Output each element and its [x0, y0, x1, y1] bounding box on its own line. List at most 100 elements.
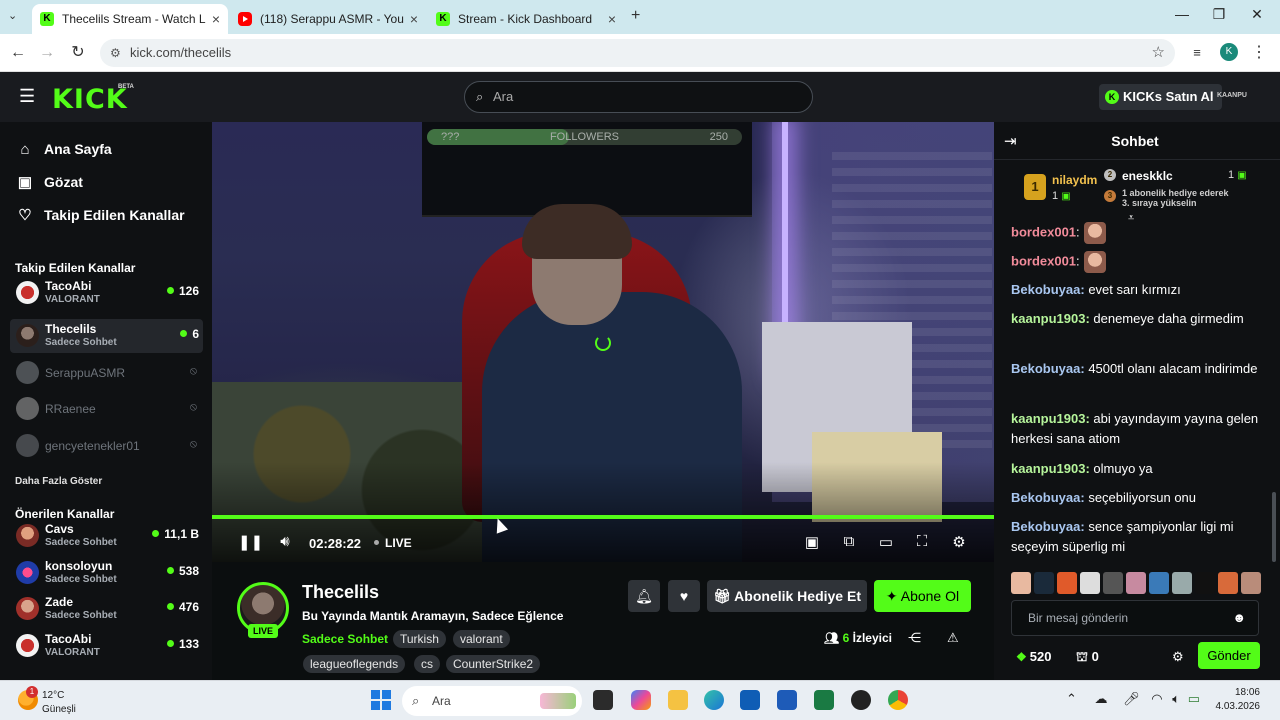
live-indicator[interactable]: LIVE	[374, 536, 412, 550]
channel-item-thecelils[interactable]: Thecelils Sadece Sohbet 6	[10, 319, 203, 353]
gift-subscription-button[interactable]: 🎁︎ Abonelik Hediye Et	[707, 580, 867, 612]
sidebar-item-home[interactable]: ⌂ Ana Sayfa	[16, 138, 111, 160]
theater-mode-icon[interactable]: ▭	[876, 533, 896, 551]
close-tab-icon[interactable]: ×	[608, 11, 616, 27]
volume-icon[interactable]: 🔊︎	[275, 533, 295, 550]
follow-heart-button[interactable]: ♥	[668, 580, 700, 612]
browser-menu-icon[interactable]: ⋮	[1248, 42, 1270, 64]
sidebar-item-following[interactable]: ♡ Takip Edilen Kanallar	[16, 204, 184, 226]
sidebar-item-browse[interactable]: ▣ Gözat	[16, 171, 83, 193]
clip-icon[interactable]: ⧉	[839, 533, 859, 550]
tag-chip[interactable]: cs	[414, 655, 440, 673]
channel-item-serappuasmr[interactable]: SerappuASMR ⦸	[10, 356, 203, 390]
close-tab-icon[interactable]: ×	[410, 11, 418, 27]
leaderboard-count: 1 ▣	[1052, 190, 1071, 202]
tag-chip[interactable]: CounterStrike2	[446, 655, 541, 673]
chat-message-input[interactable]: Bir mesaj gönderin ☻	[1011, 600, 1259, 636]
emote-button[interactable]	[1241, 572, 1261, 594]
search-input[interactable]: ⌕ Ara	[464, 81, 813, 113]
new-tab-button[interactable]: +	[631, 7, 640, 25]
report-warning-icon[interactable]: ⚠	[947, 630, 959, 646]
back-icon[interactable]: ←	[7, 42, 29, 64]
file-explorer-icon[interactable]	[668, 690, 688, 710]
tab-kick-dashboard[interactable]: K Stream - Kick Dashboard ×	[428, 4, 624, 34]
copilot-icon[interactable]	[631, 690, 651, 710]
restore-icon[interactable]: ❐	[1204, 6, 1234, 23]
url-field[interactable]: ⚙ kick.com/thecelils ☆	[100, 39, 1175, 67]
kick-logo[interactable]: KICK	[52, 84, 128, 115]
tag-chip[interactable]: Turkish	[393, 630, 446, 648]
hamburger-menu-icon[interactable]: ☰	[19, 86, 35, 107]
emote-button[interactable]	[1080, 572, 1100, 594]
channel-item-zade[interactable]: Zade Sadece Sohbet 476	[10, 592, 203, 626]
notification-bell-button[interactable]: 🔔︎	[628, 580, 660, 612]
emote-button[interactable]	[1034, 572, 1054, 594]
stream-category-link[interactable]: Sadece Sohbet	[302, 632, 388, 646]
tray-overflow-icon[interactable]: ⌃	[1066, 691, 1077, 706]
channel-item-konsoloyun[interactable]: konsoloyun Sadece Sohbet 538	[10, 556, 203, 590]
reload-icon[interactable]: ↻	[67, 42, 89, 64]
battery-icon[interactable]: ▭	[1188, 691, 1200, 706]
notification-badge: 1	[26, 686, 38, 698]
emote-button[interactable]	[1218, 572, 1238, 594]
emote-button[interactable]	[1103, 572, 1123, 594]
chat-scrollbar[interactable]	[1272, 492, 1276, 562]
channel-name-title[interactable]: Thecelils	[302, 582, 379, 603]
video-player[interactable]: ??? FOLLOWERS 250 ❚❚ 🔊︎ 02:28:22 LIVE ▣ …	[212, 122, 994, 562]
site-info-icon[interactable]: ⚙	[110, 39, 121, 67]
emote-button[interactable]	[1195, 572, 1215, 594]
buy-kicks-button[interactable]: K KICKs Satın Al	[1099, 84, 1222, 110]
progress-bar[interactable]	[212, 515, 994, 519]
word-icon[interactable]	[777, 690, 797, 710]
forward-icon[interactable]: →	[36, 42, 58, 64]
emote-button[interactable]	[1011, 572, 1031, 594]
tag-chip[interactable]: valorant	[453, 630, 510, 648]
wifi-icon[interactable]: ◠	[1151, 691, 1162, 706]
steam-icon[interactable]	[851, 690, 871, 710]
excel-icon[interactable]	[814, 690, 834, 710]
taskbar-search[interactable]: ⌕ Ara	[402, 686, 582, 716]
close-window-icon[interactable]: ✕	[1242, 6, 1272, 23]
tag-chip[interactable]: leagueoflegends	[303, 655, 406, 673]
channel-item-gencyetenekler01[interactable]: gencyetenekler01 ⦸	[10, 429, 203, 463]
mini-player-icon[interactable]: ▣	[802, 533, 822, 551]
send-message-button[interactable]: Gönder	[1198, 642, 1260, 669]
edge-browser-icon[interactable]	[704, 690, 724, 710]
show-more-link[interactable]: Daha Fazla Göster	[15, 476, 102, 487]
microphone-icon[interactable]: 🎤︎	[1123, 691, 1140, 706]
emote-button[interactable]	[1057, 572, 1077, 594]
profile-avatar[interactable]: K	[1220, 43, 1238, 61]
user-profile-button[interactable]: KAANPU	[1217, 92, 1247, 99]
emoji-picker-icon[interactable]: ☻	[1232, 601, 1246, 635]
chrome-icon[interactable]	[888, 690, 908, 710]
share-icon[interactable]: ⋲	[908, 630, 921, 646]
channel-item-tacoabi[interactable]: TacoAbi VALORANT 126	[10, 276, 203, 310]
fullscreen-icon[interactable]: ⛶	[912, 533, 932, 550]
emote-button[interactable]	[1172, 572, 1192, 594]
cloud-icon[interactable]: ☁	[1095, 691, 1108, 706]
close-tab-icon[interactable]: ×	[212, 11, 220, 27]
tab-youtube[interactable]: (118) Serappu ASMR - YouTube ×	[230, 4, 426, 34]
task-view-icon[interactable]	[593, 690, 613, 710]
kicks-balance[interactable]: ❖ 520	[1016, 649, 1051, 664]
minimize-icon[interactable]: —	[1167, 6, 1197, 22]
tab-search-icon[interactable]: ⌄	[8, 9, 17, 22]
channel-item-cavs[interactable]: Cavs Sadece Sohbet 11,1 B	[10, 519, 203, 553]
settings-gear-icon[interactable]: ⚙	[949, 533, 969, 551]
media-control-icon[interactable]: ≡	[1186, 42, 1208, 64]
subscribe-button[interactable]: ✦ Abone Ol	[874, 580, 971, 612]
system-clock[interactable]: 18:06 4.03.2026	[1200, 686, 1261, 714]
emote-button[interactable]	[1149, 572, 1169, 594]
bookmark-star-icon[interactable]: ☆	[1152, 39, 1165, 67]
pause-icon[interactable]: ❚❚	[238, 533, 263, 551]
tab-thecelils[interactable]: K Thecelils Stream - Watch Live o ×	[32, 4, 228, 34]
speaker-icon[interactable]: 🔈︎	[1172, 691, 1180, 706]
gifts-balance[interactable]: ⛫ 0	[1076, 649, 1099, 667]
start-button[interactable]	[371, 690, 391, 710]
store-icon[interactable]	[740, 690, 760, 710]
chat-settings-gear-icon[interactable]: ⚙	[1172, 649, 1184, 665]
channel-item-rraenee[interactable]: RRaenee ⦸	[10, 392, 203, 426]
channel-item-tacoabi-recommended[interactable]: TacoAbi VALORANT 133	[10, 629, 203, 663]
leaderboard-promo: 1 abonelik hediye ederek 3. sıraya yükse…	[1122, 188, 1229, 208]
emote-button[interactable]	[1126, 572, 1146, 594]
